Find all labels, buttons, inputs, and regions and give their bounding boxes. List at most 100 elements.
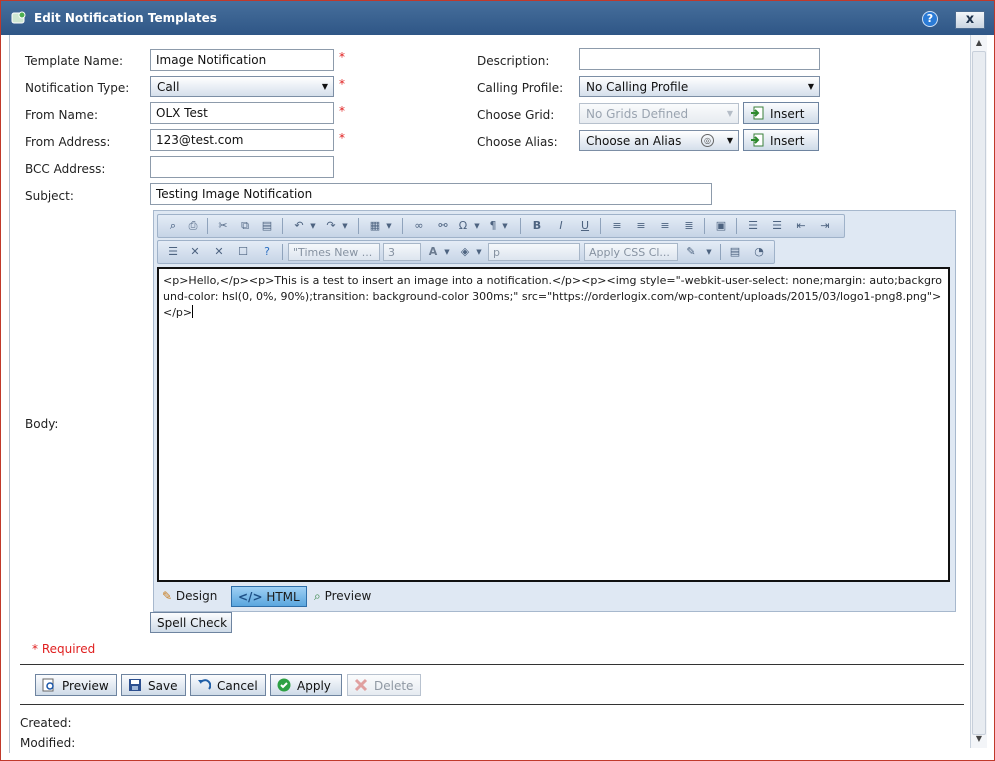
subject-input[interactable]: Testing Image Notification — [150, 183, 712, 205]
align-right-icon[interactable]: ≡ — [658, 219, 672, 233]
toolbar-separator — [282, 218, 283, 234]
cut-icon[interactable]: ✂ — [216, 219, 230, 233]
scroll-up-icon[interactable]: ▲ — [974, 38, 984, 48]
align-left-icon[interactable]: ≡ — [610, 219, 624, 233]
scrollbar-thumb[interactable] — [972, 51, 986, 735]
checkmark-icon — [277, 678, 291, 692]
apply-button[interactable]: Apply — [270, 674, 342, 696]
insert-icon — [750, 106, 764, 120]
redo-icon[interactable]: ↷ — [324, 219, 338, 233]
scroll-down-icon[interactable]: ▼ — [974, 734, 984, 744]
required-mark: * — [339, 77, 345, 91]
outdent-icon[interactable]: ⇤ — [794, 219, 808, 233]
horizontal-rule-icon[interactable]: ☰ — [166, 245, 180, 259]
tab-preview[interactable]: ⌕ Preview — [308, 586, 377, 607]
highlight-icon[interactable]: ◈ — [458, 245, 472, 259]
subject-label: Subject: — [25, 189, 74, 203]
spell-check-button[interactable]: Spell Check — [150, 612, 232, 633]
created-label: Created: — [20, 716, 72, 730]
from-address-input[interactable]: 123@test.com — [150, 129, 334, 151]
help-icon[interactable]: ? — [260, 245, 274, 259]
notification-type-label: Notification Type: — [25, 81, 130, 95]
pencil-icon: ✎ — [162, 589, 173, 603]
choose-grid-label: Choose Grid: — [477, 108, 555, 122]
dialog-content: Template Name: Image Notification * Noti… — [9, 35, 970, 753]
underline-icon[interactable]: U — [578, 219, 592, 233]
bold-icon[interactable]: B — [530, 219, 544, 233]
table-icon[interactable]: ▦ — [368, 219, 382, 233]
find-icon[interactable]: ⌕ — [166, 219, 180, 233]
chevron-down-icon[interactable]: ▼ — [440, 245, 454, 259]
css-class-select[interactable]: Apply CSS Cl... — [584, 243, 678, 261]
notification-type-select[interactable]: Call ▼ — [150, 76, 334, 97]
chevron-down-icon[interactable]: ▼ — [382, 219, 396, 233]
format-stripper-icon[interactable]: ✕ — [212, 245, 226, 259]
chevron-down-icon: ▼ — [321, 82, 328, 91]
toolbar-separator — [358, 218, 359, 234]
font-color-icon[interactable]: A — [426, 245, 440, 259]
select-all-icon[interactable]: ☐ — [236, 245, 250, 259]
bullet-list-icon[interactable]: ☰ — [770, 219, 784, 233]
toolbar-separator — [736, 218, 737, 234]
font-size-select[interactable]: 3 — [383, 243, 421, 261]
insert-alias-button[interactable]: Insert — [743, 129, 819, 151]
preview-button[interactable]: Preview — [35, 674, 117, 696]
toolbar-separator — [704, 218, 705, 234]
template-name-input[interactable]: Image Notification — [150, 49, 334, 71]
tab-design[interactable]: ✎ Design — [156, 586, 223, 607]
preview-icon — [42, 678, 56, 692]
paragraph-style-select[interactable]: p — [488, 243, 580, 261]
choose-grid-select: No Grids Defined ▼ — [579, 103, 739, 124]
close-button[interactable]: x — [955, 11, 985, 29]
calling-profile-label: Calling Profile: — [477, 81, 564, 95]
insert-date-icon[interactable]: ◔ — [752, 245, 766, 259]
app-icon — [11, 10, 27, 26]
print-icon[interactable]: ⎙ — [186, 219, 200, 233]
tab-html[interactable]: </> HTML — [231, 586, 307, 607]
unlink-icon[interactable]: ⚯ — [436, 219, 450, 233]
tab-preview-label: Preview — [324, 589, 372, 603]
chevron-down-icon[interactable]: ▼ — [498, 219, 512, 233]
code-icon: </> — [238, 590, 263, 604]
choose-alias-select[interactable]: Choose an Alias ◎ ▼ — [579, 130, 739, 151]
body-label: Body: — [25, 417, 59, 431]
align-center-icon[interactable]: ≡ — [634, 219, 648, 233]
italic-icon[interactable]: I — [554, 219, 568, 233]
window-title: Edit Notification Templates — [34, 11, 217, 25]
chevron-down-icon[interactable]: ▼ — [472, 245, 486, 259]
paste-icon[interactable]: ▤ — [260, 219, 274, 233]
link-icon[interactable]: ∞ — [412, 219, 426, 233]
clear-format-icon[interactable]: ✕ — [188, 245, 202, 259]
html-source-content: <p>Hello,</p><p>This is a test to insert… — [163, 274, 942, 319]
template-manager-icon[interactable]: ▤ — [728, 245, 742, 259]
special-char-icon[interactable]: Ω — [456, 219, 470, 233]
description-input[interactable] — [579, 48, 820, 70]
image-icon[interactable]: ▣ — [714, 219, 728, 233]
title-bar: Edit Notification Templates ? x — [1, 1, 994, 35]
format-painter-icon[interactable]: ✎ — [684, 245, 698, 259]
numbered-list-icon[interactable]: ☰ — [746, 219, 760, 233]
chevron-down-icon[interactable]: ▼ — [470, 219, 484, 233]
magnifier-icon: ⌕ — [314, 589, 321, 603]
align-justify-icon[interactable]: ≣ — [682, 219, 696, 233]
toolbar-separator — [207, 218, 208, 234]
calling-profile-select[interactable]: No Calling Profile ▼ — [579, 76, 820, 97]
save-button[interactable]: Save — [121, 674, 186, 696]
delete-button[interactable]: Delete — [347, 674, 421, 696]
from-name-input[interactable]: OLX Test — [150, 102, 334, 124]
insert-grid-button[interactable]: Insert — [743, 102, 819, 124]
chevron-down-icon[interactable]: ▼ — [338, 219, 352, 233]
html-source-editor[interactable]: <p>Hello,</p><p>This is a test to insert… — [157, 267, 950, 582]
chevron-down-icon[interactable]: ▼ — [306, 219, 320, 233]
vertical-scrollbar[interactable]: ▲ ▼ — [970, 35, 987, 748]
bcc-address-input[interactable] — [150, 156, 334, 178]
cancel-button[interactable]: Cancel — [190, 674, 266, 696]
indent-icon[interactable]: ⇥ — [818, 219, 832, 233]
help-button[interactable]: ? — [922, 11, 938, 27]
template-name-label: Template Name: — [25, 54, 124, 68]
chevron-down-icon[interactable]: ▼ — [702, 245, 716, 259]
undo-icon[interactable]: ↶ — [292, 219, 306, 233]
font-name-select[interactable]: "Times New ... — [288, 243, 380, 261]
chevron-down-icon: ▼ — [726, 109, 733, 118]
copy-icon[interactable]: ⧉ — [238, 219, 252, 233]
